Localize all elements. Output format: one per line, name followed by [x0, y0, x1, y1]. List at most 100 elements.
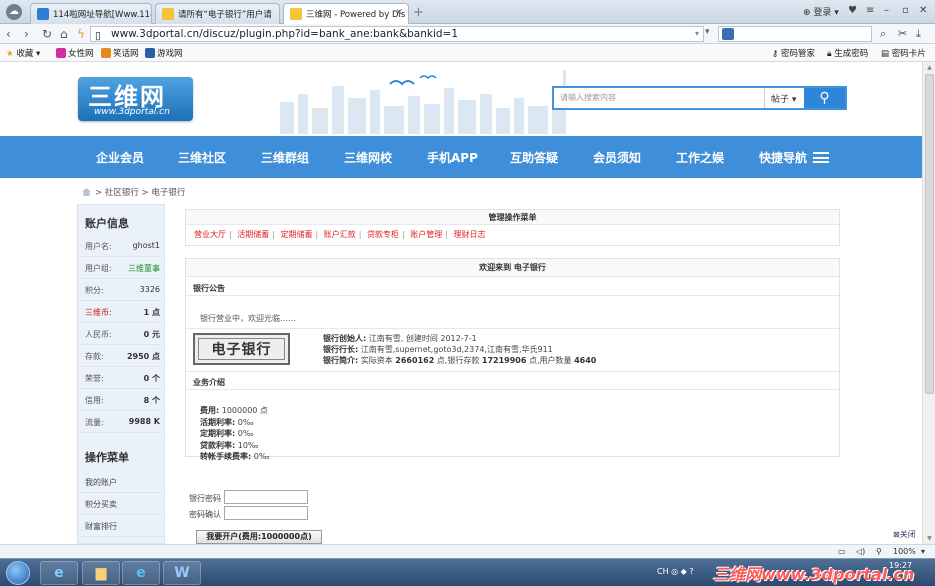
scissors-icon[interactable]: ✂ [898, 27, 907, 40]
notice-text: 银行营业中，欢迎光临…… [200, 314, 296, 323]
menu-icon[interactable]: ≡ [866, 5, 874, 16]
account-row: 用户名: ghost1 [82, 235, 162, 257]
browser-logo-icon[interactable]: ☁ [6, 4, 22, 20]
account-info-title: 账户信息 [85, 217, 129, 230]
zoom-level[interactable]: 100% [893, 547, 916, 556]
maximize-icon[interactable]: ▫ [902, 5, 909, 16]
ie-icon[interactable]: e [40, 561, 78, 585]
account-sidebar: 账户信息 用户名: ghost1 用户组: 三维董事 积分: 3326 三维币: 1 点… [77, 204, 165, 544]
skin-icon[interactable]: ♥ [848, 5, 857, 16]
scroll-up-icon[interactable]: ▲ [925, 64, 934, 71]
menu-link-finance-log[interactable]: 理财日志 [454, 230, 486, 239]
nav-item-groups[interactable]: 三维群组 [261, 149, 309, 166]
browser-tab-1[interactable]: 114啦网址导航[Www.114 [30, 3, 152, 24]
browser-tab-2[interactable]: 请所有“电子银行”用户请 [155, 3, 280, 24]
password-card-button[interactable]: ▤ 密码卡片 [881, 47, 926, 59]
lightning-icon[interactable]: ϟ [77, 27, 85, 41]
browser-icon[interactable]: e [122, 561, 160, 585]
close-button[interactable]: ⊠关闭 [893, 529, 916, 540]
menu-link-account-manage[interactable]: 账户管理 [410, 230, 442, 239]
url-field[interactable]: ▯ www.3dportal.cn/discuz/plugin.php?id=b… [90, 26, 704, 42]
word-icon[interactable]: W [163, 561, 201, 585]
menu-link-hall[interactable]: 营业大厅 [194, 230, 226, 239]
account-row: 三维币: 1 点 [82, 301, 162, 323]
minimize-icon[interactable]: – [884, 5, 889, 16]
account-row: 存款: 2950 点 [82, 345, 162, 367]
biz-line: 定期利率: 0‰ [200, 429, 254, 438]
system-tray[interactable]: CH ◎ ◆ ? [657, 567, 694, 576]
forward-icon[interactable]: › [24, 27, 29, 41]
generate-password-button[interactable]: 🔒︎ 生成密码 [827, 47, 868, 59]
nav-item-community[interactable]: 三维社区 [178, 149, 226, 166]
browser-tab-3[interactable]: 三维网 - Powered by Dis ✕ [283, 3, 409, 25]
bank-president-line: 银行行长: 江南有雪,supernet,goto3d,2374,江南有雪,华氏9… [323, 345, 553, 354]
fav-link-xiaohua[interactable]: 笑话网 [101, 47, 139, 59]
nav-item-rules[interactable]: 会员须知 [593, 149, 641, 166]
url-dropdown-icon[interactable]: ▾ [695, 27, 699, 41]
explorer-icon[interactable]: ▆ [82, 561, 120, 585]
login-button[interactable]: ⊕ 登录 ▾ [803, 5, 839, 18]
content-area: 账户信息 用户名: ghost1 用户组: 三维董事 积分: 3326 三维币: 1 点… [77, 204, 847, 544]
favorites-menu[interactable]: ★ 收藏 ▾ [6, 47, 40, 59]
zoom-dropdown-icon[interactable]: ▾ [921, 547, 925, 556]
browser-status-bar: ▭ ◁) ⚲ 100% ▾ [0, 544, 935, 558]
password-manager-button[interactable]: ⚷ 密码管家 [772, 47, 815, 59]
taskbar-clock[interactable]: 19:27 [889, 561, 912, 570]
browser-search-field[interactable] [718, 26, 872, 42]
fav-link-youxi[interactable]: 游戏网 [145, 47, 183, 59]
speaker-icon[interactable]: ◁) [856, 547, 865, 556]
menu-link-fixed-deposit[interactable]: 定期储蓄 [281, 230, 313, 239]
browser-tab-bar: ☁ 114啦网址导航[Www.114 请所有“电子银行”用户请 三维网 - Po… [0, 0, 935, 25]
search-icon[interactable]: ⌕ [880, 27, 886, 41]
vertical-scrollbar[interactable]: ▲ ▼ [922, 62, 935, 544]
close-tab-icon[interactable]: ✕ [395, 8, 403, 18]
nav-item-school[interactable]: 三维网校 [344, 149, 392, 166]
nav-item-qa[interactable]: 互助答疑 [510, 149, 558, 166]
screen-icon[interactable]: ▭ [838, 547, 846, 556]
bank-info: 银行创始人: 江南有雪, 创建时间 2012-7-1 银行行长: 江南有雪,su… [323, 333, 596, 366]
confirm-password-input[interactable] [224, 506, 308, 520]
sidebar-item-points-trade[interactable]: 积分买卖 [82, 493, 162, 515]
start-button[interactable] [6, 561, 30, 585]
fav-link-nvxing[interactable]: 女性网 [56, 47, 94, 59]
download-icon[interactable]: ⤓ [916, 27, 921, 41]
reload-icon[interactable]: ↻ [42, 27, 52, 41]
home-icon[interactable] [82, 188, 91, 196]
search-scope-select[interactable]: 帖子 ▾ [764, 88, 804, 108]
scroll-down-icon[interactable]: ▼ [925, 535, 934, 542]
account-row: 流量: 9988 K [82, 411, 162, 433]
url-menu-icon[interactable]: ▾ [705, 27, 717, 40]
bank-founder-line: 银行创始人: 江南有雪, 创建时间 2012-7-1 [323, 334, 477, 343]
manage-menu-title: 管理操作菜单 [186, 210, 839, 225]
nav-item-enterprise[interactable]: 企业会员 [96, 149, 144, 166]
scrollbar-thumb[interactable] [925, 74, 934, 394]
biz-line: 活期利率: 0‰ [200, 417, 254, 427]
back-icon[interactable]: ‹ [6, 27, 11, 41]
breadcrumb-text[interactable]: > 社区银行 > 电子银行 [95, 188, 185, 198]
menu-link-loan[interactable]: 贷款专柜 [367, 230, 399, 239]
close-window-icon[interactable]: ✕ [919, 5, 927, 16]
menu-link-current-deposit[interactable]: 活期储蓄 [237, 230, 269, 239]
new-tab-icon[interactable]: + [413, 5, 424, 20]
menu-link-transfer[interactable]: 账户汇款 [324, 230, 356, 239]
site-favicon-icon [37, 8, 49, 20]
zoom-icon[interactable]: ⚲ [876, 547, 882, 556]
site-logo[interactable]: 三维网 www.3dportal.cn [78, 77, 193, 121]
nav-item-app[interactable]: 手机APP [427, 149, 478, 166]
home-icon[interactable]: ⌂ [60, 27, 68, 41]
url-text: www.3dportal.cn/discuz/plugin.php?id=ban… [111, 28, 459, 40]
bank-password-input[interactable] [224, 490, 308, 504]
sidebar-item-my-account[interactable]: 我的账户 [82, 471, 162, 493]
nav-item-quick[interactable]: 快捷导航 [759, 149, 830, 166]
breadcrumb: > 社区银行 > 电子银行 [82, 186, 185, 198]
tab-label: 请所有“电子银行”用户请 [178, 10, 272, 20]
key-icon: ⚷ [772, 49, 779, 59]
site-search-input[interactable]: 请输入搜索内容 [560, 92, 616, 103]
biz-details: 费用: 1000000 点 活期利率: 0‰ 定期利率: 0‰ 贷款利率: 10… [200, 405, 270, 463]
open-account-button[interactable]: 我要开户(费用:1000000点) [196, 530, 322, 544]
logo-url-text: www.3dportal.cn [94, 107, 170, 117]
search-engine-icon[interactable] [722, 28, 734, 40]
nav-item-fun[interactable]: 工作之娱 [676, 149, 724, 166]
site-search-button[interactable]: ⚲ [804, 88, 845, 108]
sidebar-item-wealth-rank[interactable]: 财富排行 [82, 515, 162, 537]
